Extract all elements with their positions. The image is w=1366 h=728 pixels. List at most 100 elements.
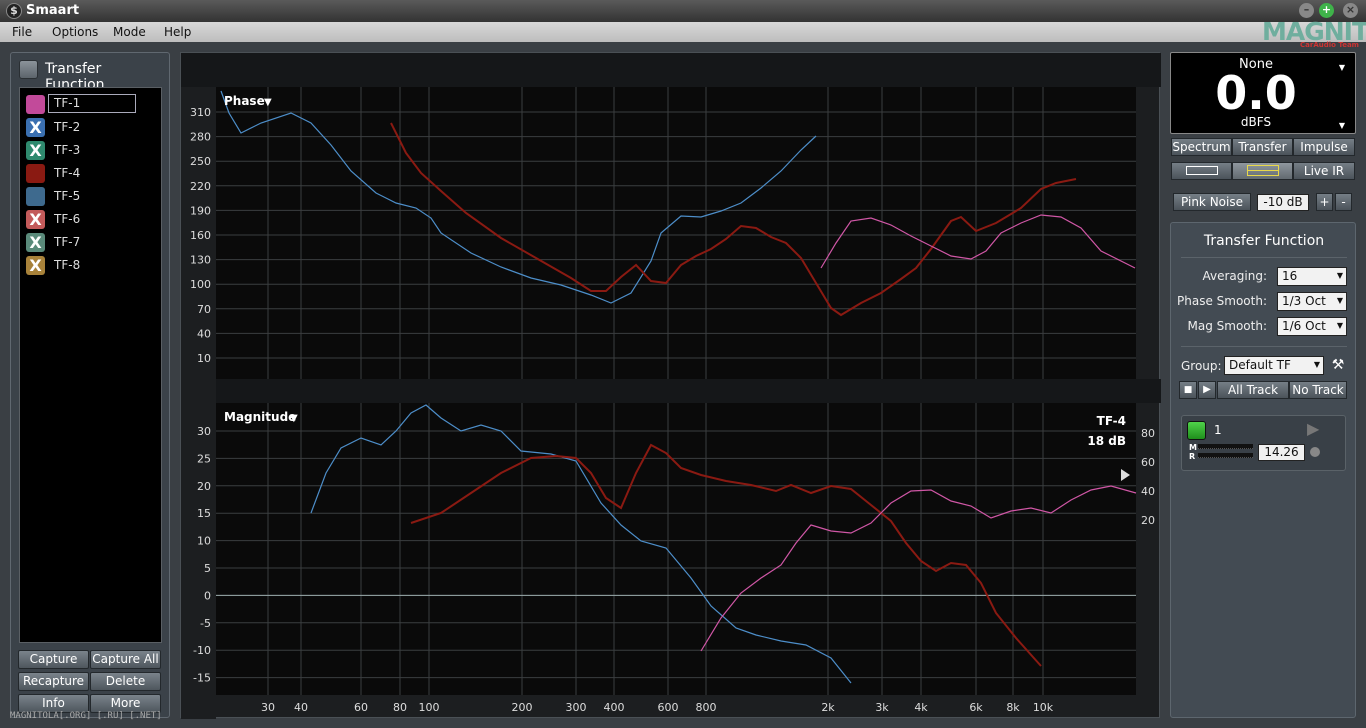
- title-bar: $ Smaart – + ×: [0, 0, 1366, 22]
- y-tick-label: 190: [190, 204, 211, 217]
- menu-options[interactable]: Options: [52, 25, 98, 39]
- meter-unit-arrow-icon[interactable]: ▼: [1339, 121, 1345, 130]
- no-track-button[interactable]: No Track: [1289, 381, 1347, 399]
- close-button[interactable]: ×: [1343, 3, 1358, 18]
- x-tick-label: 40: [294, 701, 308, 714]
- hidden-trace-icon[interactable]: X: [26, 141, 45, 160]
- x-tick-label: 100: [419, 701, 440, 714]
- x-tick-label: 600: [658, 701, 679, 714]
- phase-title[interactable]: Phase: [224, 94, 265, 108]
- channel-play-icon[interactable]: ▶: [1307, 419, 1319, 438]
- play-button[interactable]: ▶: [1198, 381, 1216, 399]
- y-tick-label: -5: [200, 617, 211, 630]
- averaging-label: Averaging:: [1202, 269, 1268, 283]
- hidden-trace-icon[interactable]: X: [26, 256, 45, 275]
- hidden-trace-icon[interactable]: X: [26, 118, 45, 137]
- tf-item-label[interactable]: TF-1: [48, 94, 136, 113]
- phase-smooth-value: 1/3 Oct: [1282, 294, 1326, 308]
- tf-item-tf-3[interactable]: X TF-3: [24, 140, 156, 160]
- group-tools-icon[interactable]: ⚒: [1329, 357, 1347, 375]
- active-trace-label: TF-4: [1097, 414, 1126, 428]
- phase-smooth-select[interactable]: 1/3 Oct ▼: [1277, 292, 1347, 311]
- mag-smooth-value: 1/6 Oct: [1282, 319, 1326, 333]
- capture-all-button[interactable]: Capture All: [90, 650, 161, 669]
- mag-smooth-select[interactable]: 1/6 Oct ▼: [1277, 317, 1347, 336]
- meter-r-bar: [1198, 453, 1253, 458]
- tf-master-toggle[interactable]: [19, 60, 38, 79]
- generator-level-field[interactable]: -10 dB: [1257, 194, 1309, 211]
- transfer-mode-button[interactable]: Transfer: [1232, 138, 1293, 156]
- group-select[interactable]: Default TF ▼: [1224, 356, 1324, 375]
- tf-settings-panel: Transfer Function Averaging: 16 ▼ Phase S…: [1170, 222, 1356, 718]
- maximize-button[interactable]: +: [1319, 3, 1334, 18]
- tf-item-label: TF-4: [54, 166, 81, 180]
- level-up-button[interactable]: +: [1316, 193, 1333, 211]
- y-tick-label: 5: [204, 562, 211, 575]
- capture-button[interactable]: Capture: [18, 650, 89, 669]
- minimize-button[interactable]: –: [1299, 3, 1314, 18]
- trace-color-swatch[interactable]: [26, 164, 45, 183]
- tf-item-tf-8[interactable]: X TF-8: [24, 255, 156, 275]
- phase-dropdown-icon[interactable]: ▼: [264, 97, 272, 108]
- level-meter[interactable]: None ▼ 0.0 dBFS ▼: [1170, 52, 1356, 134]
- hidden-trace-icon[interactable]: X: [26, 233, 45, 252]
- logo-subtitle: CarAudio Team: [1300, 41, 1359, 49]
- y-tick-label: 10: [197, 535, 211, 548]
- channel-enable-toggle[interactable]: [1187, 421, 1206, 440]
- pink-noise-button[interactable]: Pink Noise: [1173, 193, 1251, 211]
- dual-view-button[interactable]: [1232, 162, 1293, 180]
- tf-item-tf-4[interactable]: TF-4: [24, 163, 156, 183]
- y-tick-label: 220: [190, 180, 211, 193]
- magnitude-dropdown-icon[interactable]: ▼: [290, 413, 298, 424]
- meter-r-label: R: [1189, 452, 1196, 461]
- delay-field[interactable]: 14.26: [1258, 444, 1305, 461]
- measurement-channel: 1 ▶ M R 14.26: [1181, 415, 1346, 471]
- tf-item-tf-1[interactable]: TF-1: [24, 94, 156, 114]
- single-pane-icon: [1185, 166, 1218, 175]
- tf-list: TF-1 X TF-2 X TF-3 TF-4 TF-5 X TF-6 X TF-7 X TF-8: [19, 87, 162, 643]
- level-down-button[interactable]: -: [1335, 193, 1352, 211]
- impulse-mode-button[interactable]: Impulse: [1293, 138, 1355, 156]
- phase-plot[interactable]: 310280250220190160130100704010 304060801…: [190, 87, 1136, 398]
- live-ir-button[interactable]: Live IR: [1293, 162, 1355, 180]
- chevron-down-icon: ▼: [1336, 296, 1343, 305]
- x-tick-label: 60: [354, 701, 368, 714]
- tf-item-tf-5[interactable]: TF-5: [24, 186, 156, 206]
- spectrum-mode-button[interactable]: Spectrum: [1171, 138, 1232, 156]
- group-value: Default TF: [1229, 358, 1291, 372]
- delete-button[interactable]: Delete: [90, 672, 161, 691]
- tf-item-tf-7[interactable]: X TF-7: [24, 232, 156, 252]
- plots-svg[interactable]: 310280250220190160130100704010 304060801…: [181, 53, 1161, 719]
- right-axis-tick-label: 40: [1141, 485, 1155, 498]
- magnitude-title[interactable]: Magnitude: [224, 410, 296, 424]
- x-tick-label: 400: [604, 701, 625, 714]
- menu-file[interactable]: File: [12, 25, 32, 39]
- trace-color-swatch[interactable]: [26, 187, 45, 206]
- all-track-button[interactable]: All Track: [1217, 381, 1289, 399]
- tf-item-label: TF-8: [54, 258, 81, 272]
- y-tick-label: 0: [204, 589, 211, 602]
- y-tick-label: 40: [197, 327, 211, 340]
- right-panel: None ▼ 0.0 dBFS ▼ Spectrum Transfer Impu…: [1170, 52, 1356, 718]
- right-axis-tick-label: 20: [1141, 514, 1155, 527]
- menu-help[interactable]: Help: [164, 25, 191, 39]
- tf-item-tf-6[interactable]: X TF-6: [24, 209, 156, 229]
- y-tick-label: 70: [197, 303, 211, 316]
- tf-header: Transfer Function: [19, 59, 161, 93]
- tf-item-tf-2[interactable]: X TF-2: [24, 117, 156, 137]
- trace-color-swatch[interactable]: [26, 95, 45, 114]
- window-title: Smaart: [26, 3, 80, 18]
- stop-button[interactable]: ■: [1179, 381, 1197, 399]
- dual-pane-icon: [1246, 165, 1279, 176]
- y-tick-label: 30: [197, 425, 211, 438]
- magnitude-plot[interactable]: 30 25 20 15 10 5 0 -5 -10 -15 80 60 40 20 30 40 60 80 10…: [193, 403, 1155, 714]
- averaging-select[interactable]: 16 ▼: [1277, 267, 1347, 286]
- hidden-trace-icon[interactable]: X: [26, 210, 45, 229]
- chevron-down-icon: ▼: [1313, 360, 1320, 369]
- recapture-button[interactable]: Recapture: [18, 672, 89, 691]
- x-tick-label: 6k: [969, 701, 983, 714]
- menu-mode[interactable]: Mode: [113, 25, 146, 39]
- single-view-button[interactable]: [1171, 162, 1232, 180]
- meter-m-bar: [1198, 444, 1253, 449]
- x-tick-label: 80: [393, 701, 407, 714]
